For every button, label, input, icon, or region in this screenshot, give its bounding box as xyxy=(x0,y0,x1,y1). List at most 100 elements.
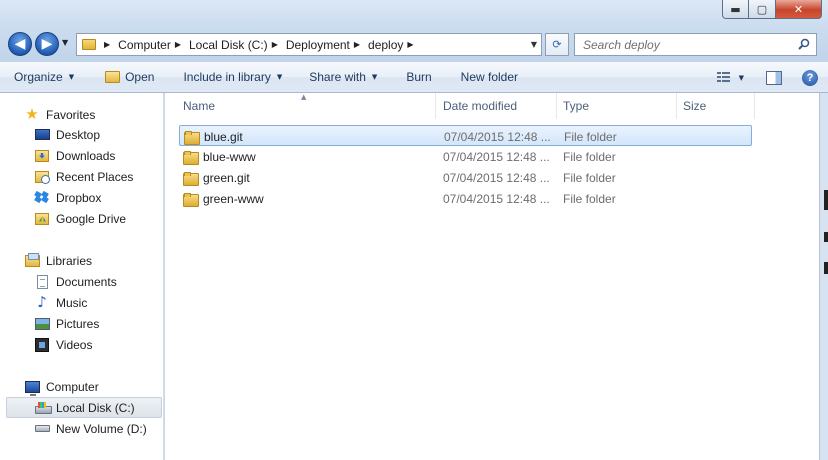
music-icon: ♪ xyxy=(37,293,47,311)
breadcrumb-separator-icon[interactable]: ▶ xyxy=(175,40,181,49)
file-row[interactable]: green-www 07/04/2015 12:48 ... File fold… xyxy=(179,188,752,209)
search-input[interactable] xyxy=(575,37,785,52)
background-edge xyxy=(824,262,828,274)
search-icon[interactable] xyxy=(798,38,810,50)
breadcrumb-computer[interactable]: Computer xyxy=(118,38,171,52)
include-in-library-button[interactable]: Include in library ▼ xyxy=(163,62,291,92)
preview-pane-icon[interactable] xyxy=(766,70,782,85)
open-button[interactable]: Open xyxy=(83,62,163,92)
nav-item-recent-places[interactable]: Recent Places xyxy=(34,166,133,187)
nav-item-dropbox[interactable]: Dropbox xyxy=(34,187,101,208)
close-button[interactable]: ✕ xyxy=(776,0,822,19)
search-box[interactable] xyxy=(574,33,817,56)
share-with-label: Share with xyxy=(309,70,366,84)
breadcrumb-separator-icon[interactable]: ▶ xyxy=(407,40,413,49)
pictures-icon xyxy=(34,317,50,330)
dropbox-icon xyxy=(34,190,49,204)
minimize-button[interactable]: ▬ xyxy=(722,0,749,19)
folder-icon xyxy=(183,150,199,165)
breadcrumb-local-disk[interactable]: Local Disk (C:) xyxy=(189,38,268,52)
nav-item-pictures[interactable]: Pictures xyxy=(34,313,99,334)
nav-item-new-volume-d[interactable]: New Volume (D:) xyxy=(34,418,147,439)
minimize-icon: ▬ xyxy=(730,2,741,16)
maximize-icon: ▢ xyxy=(756,2,768,16)
column-header-name[interactable]: Name xyxy=(177,93,436,119)
navigation-pane: ★ Favorites Desktop Downloads Recent Pla… xyxy=(0,93,164,460)
nav-item-google-drive[interactable]: Google Drive xyxy=(34,208,126,229)
breadcrumb-separator-icon[interactable]: ▶ xyxy=(104,40,110,49)
folder-icon xyxy=(183,171,199,186)
file-type: File folder xyxy=(563,191,616,206)
back-arrow-icon: ◀ xyxy=(14,36,26,52)
new-folder-button[interactable]: New folder xyxy=(441,62,527,92)
breadcrumb-deploy[interactable]: deploy xyxy=(368,38,403,52)
recent-places-icon xyxy=(35,170,50,184)
file-row[interactable]: green.git 07/04/2015 12:48 ... File fold… xyxy=(179,167,752,188)
view-controls: ▼ ? xyxy=(716,62,818,93)
breadcrumb-separator-icon[interactable]: ▶ xyxy=(272,40,278,49)
computer-icon xyxy=(24,380,40,396)
videos-icon xyxy=(35,337,49,352)
refresh-button[interactable]: ⟳ xyxy=(545,33,569,56)
nav-item-videos[interactable]: Videos xyxy=(34,334,92,355)
column-header-date-modified[interactable]: Date modified xyxy=(437,93,557,119)
maximize-button[interactable]: ▢ xyxy=(749,0,776,19)
nav-item-label: Music xyxy=(56,295,88,310)
file-name: blue-www xyxy=(203,149,256,164)
nav-item-label: Dropbox xyxy=(56,190,102,205)
file-date: 07/04/2015 12:48 ... xyxy=(443,170,550,185)
address-history-dropdown-icon[interactable]: ▼ xyxy=(531,40,537,49)
nav-item-label: Pictures xyxy=(56,316,100,331)
file-name: green-www xyxy=(203,191,264,206)
star-icon: ★ xyxy=(25,105,39,123)
background-edge xyxy=(824,232,828,242)
forward-button[interactable]: ▶ xyxy=(35,32,59,56)
window-border-right xyxy=(819,93,828,460)
nav-item-label: Documents xyxy=(56,274,117,289)
organize-button[interactable]: Organize ▼ xyxy=(0,62,83,92)
nav-item-local-disk-c[interactable]: Local Disk (C:) xyxy=(6,397,162,418)
chevron-down-icon: ▼ xyxy=(68,73,75,81)
file-name: green.git xyxy=(203,170,250,185)
address-bar[interactable]: ▶ Computer ▶ Local Disk (C:) ▶ Deploymen… xyxy=(76,33,542,56)
nav-item-downloads[interactable]: Downloads xyxy=(34,145,115,166)
nav-item-music[interactable]: ♪ Music xyxy=(34,292,87,313)
desktop-icon xyxy=(34,129,50,140)
recent-locations-dropdown-icon[interactable]: ▼ xyxy=(62,38,68,47)
file-date: 07/04/2015 12:48 ... xyxy=(443,191,550,206)
column-headers: ▲ Name Date modified Type Size xyxy=(165,93,819,119)
nav-item-label: Videos xyxy=(56,337,93,352)
caption-buttons: ▬ ▢ ✕ xyxy=(722,0,822,19)
column-header-size[interactable]: Size xyxy=(677,93,755,119)
help-icon[interactable]: ? xyxy=(802,69,818,86)
drive-icon xyxy=(34,425,50,432)
refresh-icon: ⟳ xyxy=(552,38,562,51)
nav-item-documents[interactable]: Documents xyxy=(34,271,117,292)
breadcrumb-deployment[interactable]: Deployment xyxy=(286,38,350,52)
include-in-library-label: Include in library xyxy=(183,70,271,84)
file-row[interactable]: blue.git 07/04/2015 12:48 ... File folde… xyxy=(179,125,752,146)
nav-favorites[interactable]: ★ Favorites xyxy=(24,104,95,125)
nav-computer[interactable]: Computer xyxy=(24,376,99,397)
command-bar: Organize ▼ Open Include in library ▼ Sha… xyxy=(0,62,828,93)
column-header-type[interactable]: Type xyxy=(557,93,677,119)
window-title-bar: ▬ ▢ ✕ ◀ ▶ ▼ ▶ Computer ▶ Local Disk (C:)… xyxy=(0,0,828,62)
folder-icon xyxy=(184,130,200,145)
libraries-icon xyxy=(24,252,40,267)
burn-button[interactable]: Burn xyxy=(386,62,440,92)
chevron-down-icon: ▼ xyxy=(738,73,744,82)
share-with-button[interactable]: Share with ▼ xyxy=(291,62,386,92)
nav-item-label: Desktop xyxy=(56,127,101,142)
change-view-button[interactable]: ▼ xyxy=(716,72,744,83)
nav-libraries[interactable]: Libraries xyxy=(24,250,92,271)
nav-item-label: Google Drive xyxy=(56,211,127,226)
chevron-down-icon: ▼ xyxy=(276,73,283,81)
nav-item-desktop[interactable]: Desktop xyxy=(34,124,100,145)
navigation-row: ◀ ▶ ▼ ▶ Computer ▶ Local Disk (C:) ▶ Dep… xyxy=(0,30,828,58)
breadcrumb-separator-icon[interactable]: ▶ xyxy=(354,40,360,49)
file-row[interactable]: blue-www 07/04/2015 12:48 ... File folde… xyxy=(179,146,752,167)
file-name: blue.git xyxy=(204,129,243,144)
close-icon: ✕ xyxy=(793,2,804,16)
file-type: File folder xyxy=(563,149,616,164)
back-button[interactable]: ◀ xyxy=(8,32,32,56)
